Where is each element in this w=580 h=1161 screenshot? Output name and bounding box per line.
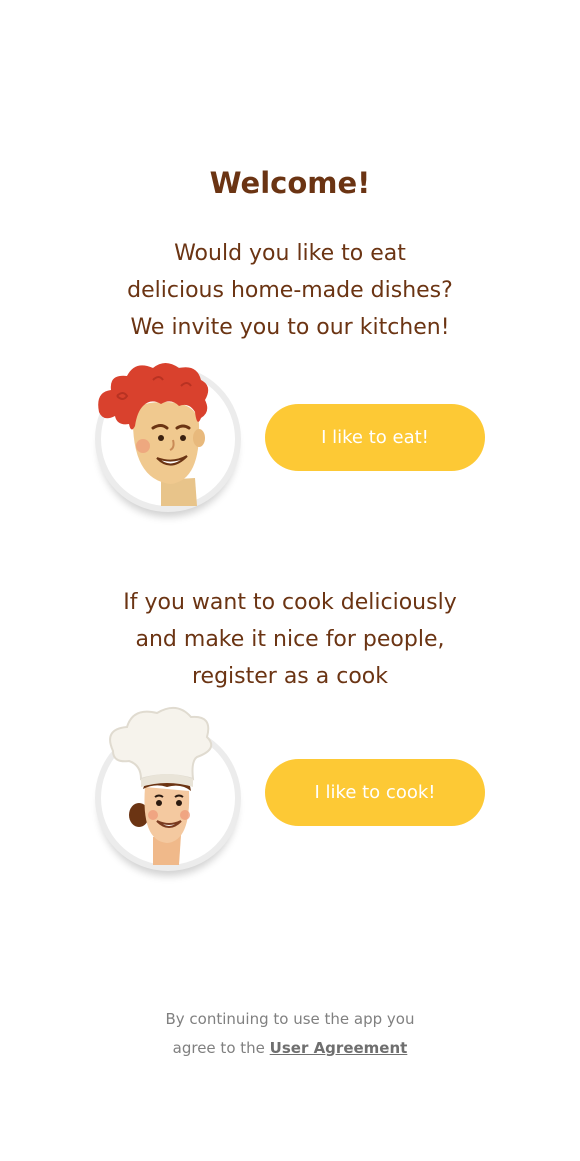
welcome-title: Welcome!	[209, 166, 371, 200]
cook-invitation-line: and make it nice for people,	[135, 627, 445, 652]
legal-notice-line: agree to the User Agreement	[0, 1034, 580, 1063]
chef-hat-person-icon	[109, 706, 213, 865]
eat-invitation-text: Would you like to eat delicious home-mad…	[0, 235, 580, 346]
i-like-to-eat-button[interactable]: I like to eat!	[265, 404, 485, 471]
eater-avatar	[95, 363, 241, 512]
i-like-to-cook-button[interactable]: I like to cook!	[265, 759, 485, 826]
legal-notice-line: By continuing to use the app you	[165, 1010, 415, 1028]
user-agreement-link[interactable]: User Agreement	[270, 1039, 408, 1057]
eat-invitation-line: Would you like to eat	[174, 241, 406, 266]
cook-invitation-text: If you want to cook deliciously and make…	[0, 584, 580, 695]
curly-haired-person-icon	[98, 363, 209, 506]
legal-agree-prefix: agree to the	[172, 1039, 265, 1057]
eat-invitation-line: We invite you to our kitchen!	[130, 315, 450, 340]
cook-avatar	[95, 706, 241, 871]
legal-notice: By continuing to use the app you agree t…	[0, 1005, 580, 1063]
cook-invitation-line: If you want to cook deliciously	[123, 590, 457, 615]
cook-invitation-line: register as a cook	[191, 664, 388, 689]
eat-invitation-line: delicious home-made dishes?	[127, 278, 453, 303]
